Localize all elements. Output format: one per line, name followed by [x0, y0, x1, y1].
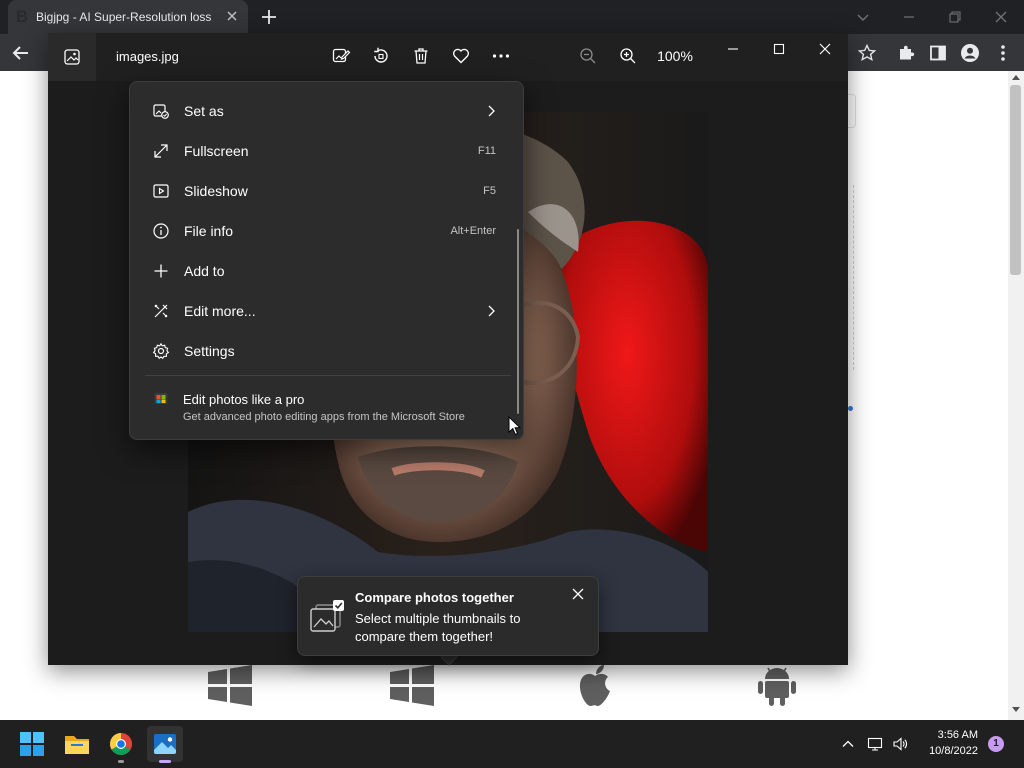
windows-logo[interactable]	[206, 664, 254, 708]
fullscreen-icon	[152, 142, 170, 160]
menu-shortcut: F5	[483, 185, 496, 197]
rotate-icon[interactable]	[371, 46, 391, 66]
menu-item-fullscreen[interactable]: Fullscreen F11	[140, 133, 512, 169]
menu-separator	[145, 375, 511, 376]
file-explorer-icon[interactable]	[59, 726, 95, 762]
tip-close-icon[interactable]	[571, 587, 585, 601]
slideshow-icon	[152, 182, 170, 200]
menu-scrollbar[interactable]	[517, 229, 519, 414]
menu-shortcut: Alt+Enter	[450, 225, 496, 237]
chevron-right-icon	[484, 304, 498, 318]
promo-title: Edit photos like a pro	[183, 392, 305, 407]
menu-label: Add to	[184, 263, 225, 279]
edit-image-icon[interactable]	[331, 46, 351, 66]
delete-icon[interactable]	[411, 46, 431, 66]
menu-label: Set as	[184, 103, 224, 119]
file-name: images.jpg	[116, 49, 179, 64]
browser-minimize-icon[interactable]	[900, 8, 918, 26]
zoom-in-icon[interactable]	[618, 46, 638, 66]
settings-icon	[152, 342, 170, 360]
volume-icon[interactable]	[892, 736, 908, 752]
close-icon[interactable]	[816, 40, 834, 58]
menu-item-file-info[interactable]: File info Alt+Enter	[140, 213, 512, 249]
webpage-dropzone-edge	[848, 185, 854, 370]
menu-item-edit-more[interactable]: Edit more...	[140, 293, 512, 329]
menu-label: Edit more...	[184, 303, 256, 319]
browser-restore-icon[interactable]	[946, 8, 964, 26]
info-icon	[152, 222, 170, 240]
android-logo[interactable]	[753, 664, 801, 708]
more-vertical-icon[interactable]	[994, 43, 1012, 63]
set-as-icon	[152, 102, 170, 120]
menu-shortcut: F11	[477, 145, 496, 157]
start-icon[interactable]	[14, 726, 50, 762]
mouse-cursor-icon	[508, 416, 521, 436]
promo-subtitle: Get advanced photo editing apps from the…	[183, 411, 465, 423]
menu-item-set-as[interactable]: Set as	[140, 93, 512, 129]
chrome-icon[interactable]	[103, 726, 139, 762]
menu-item-slideshow[interactable]: Slideshow F5	[140, 173, 512, 209]
tip-title: Compare photos together	[355, 590, 514, 605]
zoom-level[interactable]: 100%	[652, 48, 698, 64]
menu-item-edit-photos-promo[interactable]: Edit photos like a pro Get advanced phot…	[140, 380, 512, 432]
scroll-up-icon[interactable]	[1011, 73, 1021, 81]
clock-date[interactable]: 10/8/2022	[914, 745, 978, 757]
favorite-icon[interactable]	[451, 46, 471, 66]
profile-icon[interactable]	[960, 43, 980, 63]
photos-icon[interactable]	[147, 726, 183, 762]
network-icon[interactable]	[867, 736, 883, 752]
tab-close-icon[interactable]	[224, 8, 240, 24]
edit-tools-icon	[152, 302, 170, 320]
menu-item-add-to[interactable]: Add to	[140, 253, 512, 289]
zoom-out-icon[interactable]	[578, 46, 598, 66]
maximize-icon[interactable]	[770, 40, 788, 58]
new-tab-icon[interactable]	[258, 6, 280, 28]
menu-label: Settings	[184, 343, 235, 359]
microsoft-store-icon	[154, 391, 168, 405]
menu-label: Slideshow	[184, 183, 248, 199]
webpage-dot	[848, 406, 853, 411]
back-icon[interactable]	[10, 42, 32, 64]
tip-body: Select multiple thumbnails to compare th…	[355, 611, 521, 644]
menu-label: Fullscreen	[184, 143, 249, 159]
chevron-up-icon[interactable]	[840, 736, 856, 752]
browser-tab[interactable]: B Bigjpg - AI Super-Resolution lossless …	[8, 0, 248, 34]
more-icon[interactable]	[491, 46, 511, 66]
windows-logo[interactable]	[388, 664, 436, 708]
webpage-button-edge	[848, 94, 856, 128]
apple-logo[interactable]	[571, 664, 619, 708]
active-indicator	[159, 760, 171, 763]
star-icon[interactable]	[857, 43, 877, 63]
side-panel-icon[interactable]	[928, 43, 948, 63]
tab-favicon: B	[14, 7, 30, 26]
running-indicator	[118, 760, 124, 763]
menu-label: File info	[184, 223, 234, 239]
minimize-icon[interactable]	[724, 40, 742, 58]
clock-time[interactable]: 3:56 AM	[922, 729, 978, 741]
scroll-down-icon[interactable]	[1011, 706, 1021, 714]
menu-item-settings[interactable]: Settings	[140, 333, 512, 369]
browser-close-icon[interactable]	[992, 8, 1010, 26]
gallery-icon[interactable]	[62, 47, 82, 67]
puzzle-icon[interactable]	[896, 43, 916, 63]
page-scroll-thumb[interactable]	[1010, 85, 1021, 275]
compare-photos-icon	[309, 598, 345, 634]
tab-search-icon[interactable]	[854, 8, 872, 26]
chevron-right-icon	[484, 104, 498, 118]
plus-icon	[152, 262, 170, 280]
tab-title: Bigjpg - AI Super-Resolution lossless im…	[36, 10, 212, 24]
notification-badge[interactable]: 1	[988, 736, 1004, 752]
